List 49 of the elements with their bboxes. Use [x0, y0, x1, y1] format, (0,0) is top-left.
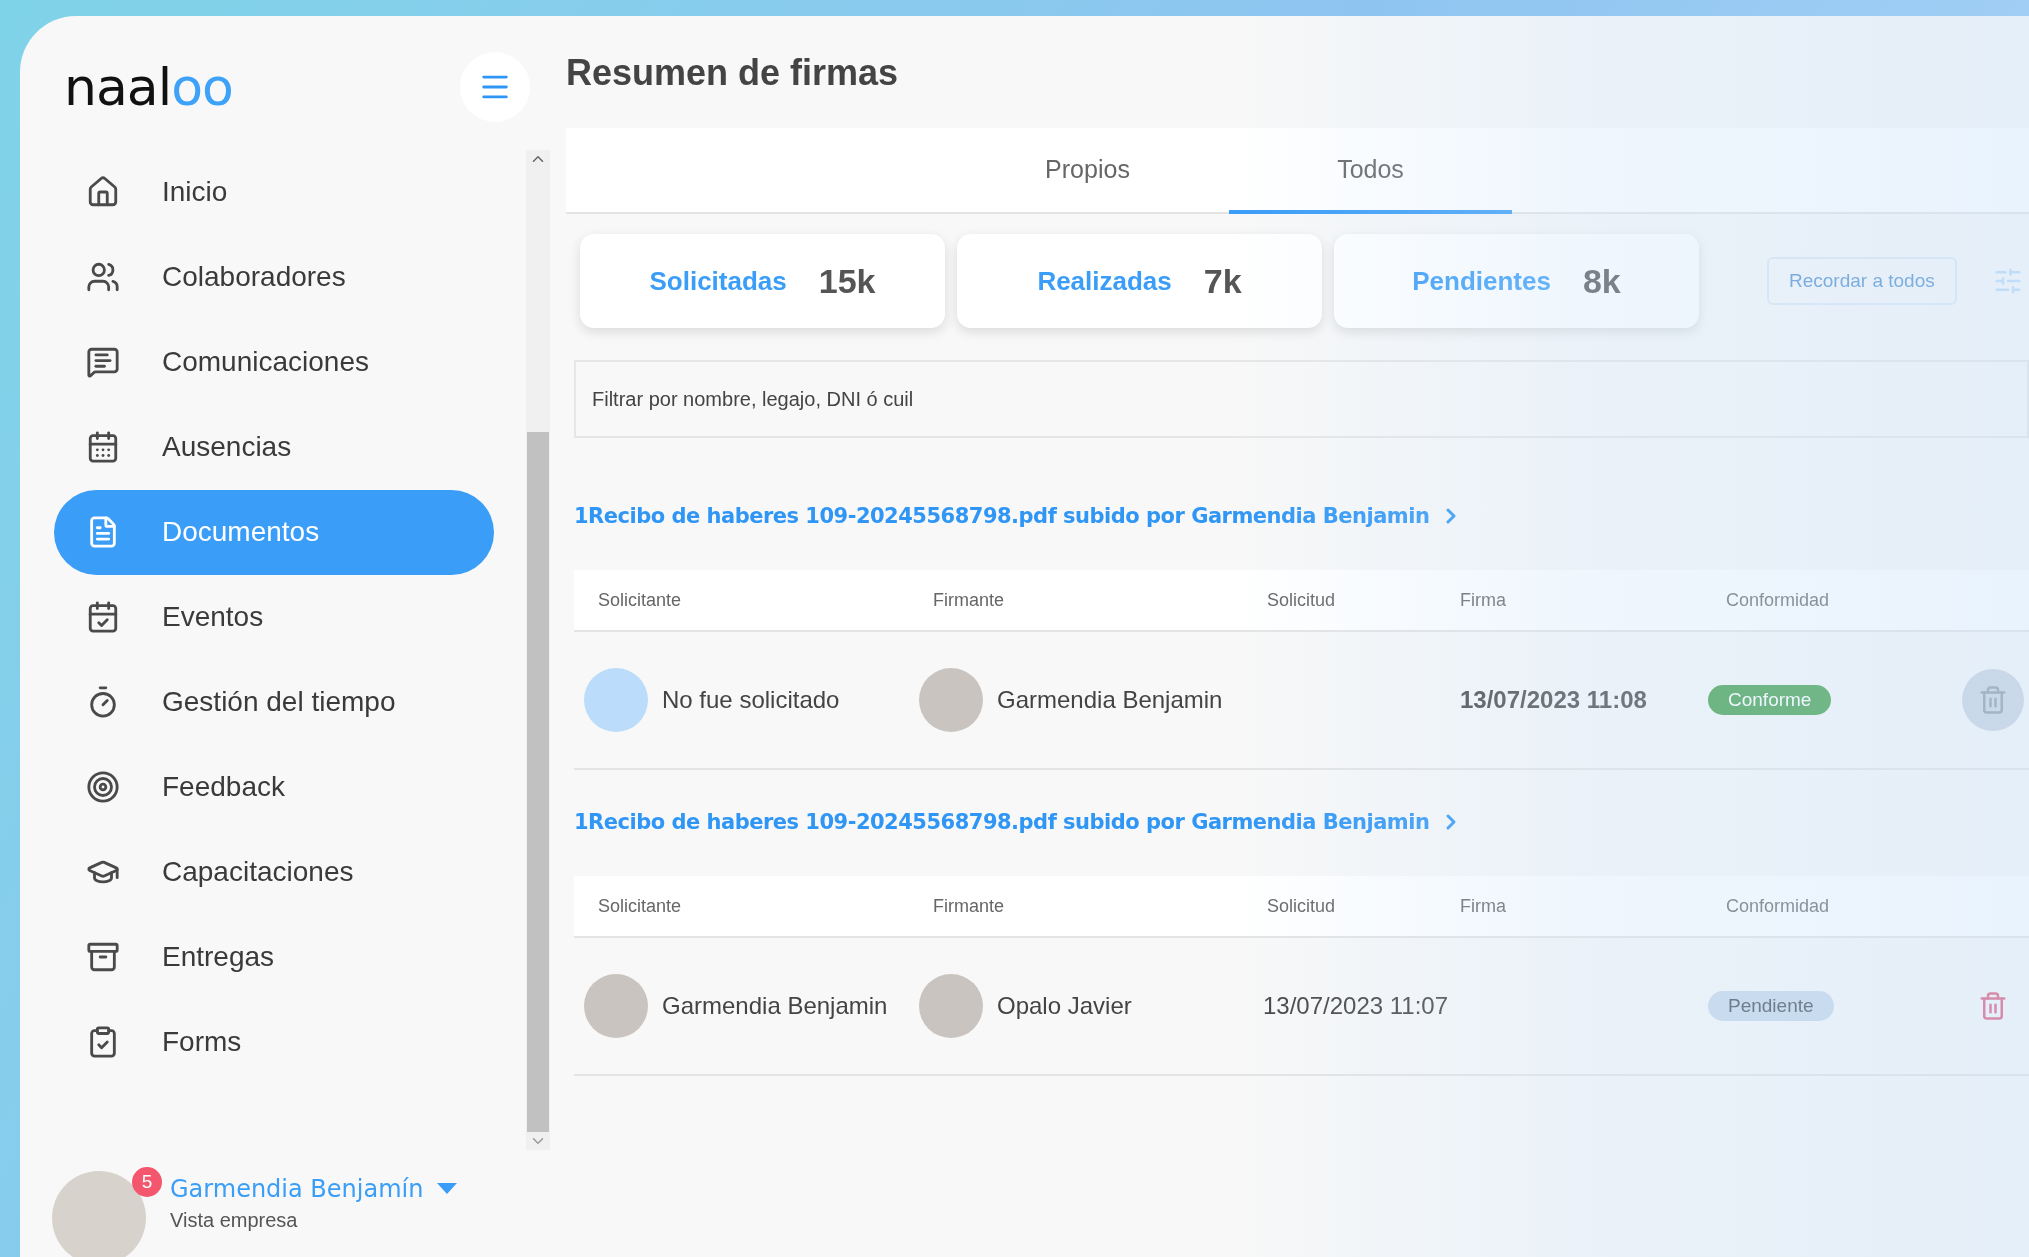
nav-icon	[86, 430, 120, 465]
column-header: Firma	[1459, 589, 1507, 611]
signer-name: Opalo Javier	[997, 992, 1132, 1020]
requester-name: Garmendia Benjamin	[662, 992, 888, 1020]
sidebar-item[interactable]: Comunicaciones	[54, 319, 494, 405]
status-badge: Pendiente	[1708, 991, 1834, 1021]
sidebar-item[interactable]: Inicio	[54, 149, 494, 235]
sidebar-item[interactable]: Capacitaciones	[54, 829, 494, 915]
stat-label: Pendientes	[1412, 265, 1551, 297]
trash-icon	[1978, 685, 2008, 715]
trash-icon	[1978, 991, 2008, 1021]
sidebar-item[interactable]: Forms	[54, 999, 494, 1085]
sidebar-item[interactable]: Colaboradores	[54, 234, 494, 320]
stat-label: Solicitadas	[649, 265, 787, 297]
column-header: Conformidad	[1725, 895, 1831, 917]
page-title: Resumen de firmas	[566, 52, 900, 95]
column-header: Firmante	[932, 589, 1005, 611]
sidebar-item[interactable]: Eventos	[54, 574, 494, 660]
logo: naaloo	[64, 56, 233, 117]
scrollbar[interactable]	[526, 149, 550, 1150]
nav-icon	[86, 770, 120, 805]
nav-icon	[86, 345, 120, 380]
requester-name: No fue solicitado	[662, 686, 840, 714]
sidebar-item[interactable]: Entregas	[54, 914, 494, 1000]
column-header: Solicitante	[597, 895, 683, 917]
tab[interactable]: Propios	[946, 128, 1229, 214]
stat-label: Realizadas	[1037, 265, 1172, 297]
tab[interactable]: Todos	[1229, 128, 1512, 214]
column-header: Firma	[1459, 895, 1507, 917]
column-header: Firmante	[932, 895, 1005, 917]
stat-value: 7k	[1203, 261, 1242, 301]
column-header: Solicitud	[1266, 589, 1337, 611]
signer-name: Garmendia Benjamin	[997, 686, 1223, 714]
signature-date: 13/07/2023 11:08	[1460, 686, 1647, 714]
stat-value: 15k	[818, 261, 876, 301]
search-field[interactable]: Filtrar por nombre, legajo, DNI ó cuil	[574, 360, 2029, 438]
stat-value: 8k	[1582, 261, 1621, 301]
column-header: Conformidad	[1725, 589, 1831, 611]
nav-icon	[86, 600, 120, 635]
column-header: Solicitud	[1266, 895, 1337, 917]
column-header: Solicitante	[597, 589, 683, 611]
caret-icon[interactable]	[437, 1183, 458, 1195]
request-date: 13/07/2023 11:07	[1263, 992, 1449, 1020]
notification-badge: 5	[132, 1167, 162, 1198]
sidebar-item[interactable]: Gestión del tiempo	[54, 659, 494, 745]
sidebar-item[interactable]: Ausencias	[54, 404, 494, 490]
sidebar-item[interactable]: Feedback	[54, 744, 494, 830]
user-subtitle: Vista empresa	[170, 1208, 299, 1232]
status-badge: Conforme	[1708, 685, 1832, 715]
